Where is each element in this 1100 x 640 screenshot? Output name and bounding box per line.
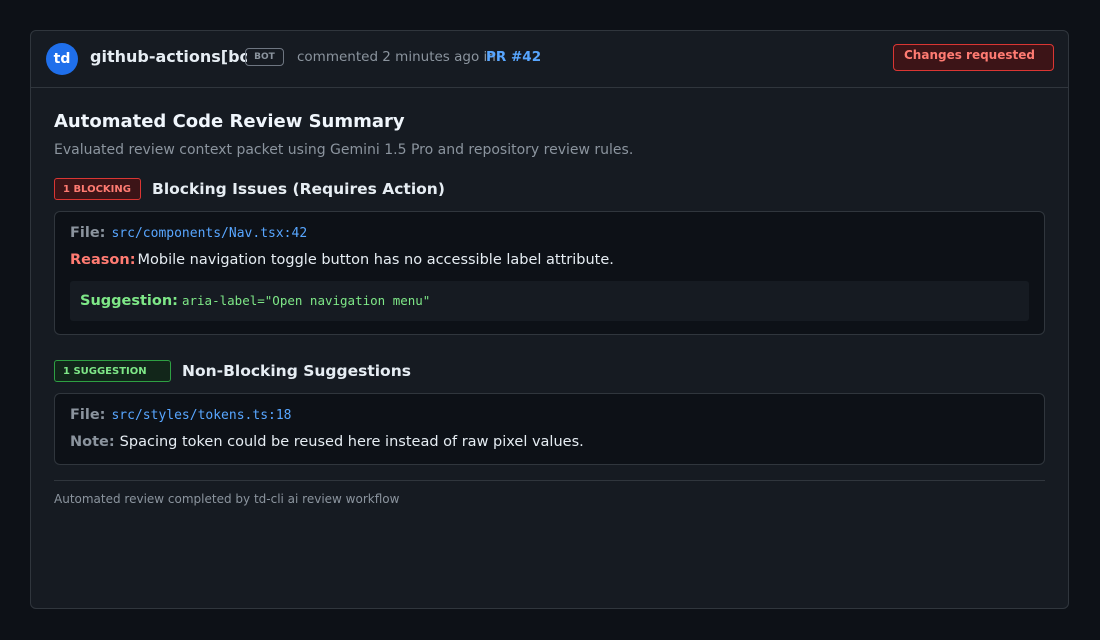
comment-meta: commented 2 minutes ago in bbox=[297, 49, 496, 65]
suggestion-note-row: Note: Spacing token could be reused here … bbox=[70, 433, 1029, 451]
review-comment-card: td github-actions[bot] BOT commented 2 m… bbox=[30, 30, 1069, 609]
author-name[interactable]: github-actions[bot] bbox=[90, 47, 247, 66]
issue-reason-row: Reason: Mobile navigation toggle button h… bbox=[70, 251, 1029, 269]
suggestion-label: Suggestion: bbox=[80, 293, 178, 309]
issue-file-row: File: src/components/Nav.tsx:42 bbox=[70, 224, 1029, 243]
file-label: File: bbox=[70, 407, 106, 423]
blocking-section-title: Blocking Issues (Requires Action) bbox=[152, 180, 445, 198]
blocking-section-header: 1 BLOCKING Blocking Issues (Requires Act… bbox=[54, 177, 1045, 201]
suggestion-file-row: File: src/styles/tokens.ts:18 bbox=[70, 406, 1029, 425]
footer-divider bbox=[54, 480, 1045, 481]
pr-link[interactable]: PR #42 bbox=[486, 49, 541, 65]
summary-title: Automated Code Review Summary bbox=[54, 111, 405, 132]
suggestion-count-badge: 1 SUGGESTION bbox=[54, 360, 171, 382]
file-path-link[interactable]: src/styles/tokens.ts:18 bbox=[111, 408, 291, 423]
comment-body: Automated Code Review Summary Evaluated … bbox=[54, 111, 1045, 465]
status-badge: Changes requested bbox=[893, 44, 1054, 71]
suggestions-section-title: Non-Blocking Suggestions bbox=[182, 362, 411, 380]
blocking-issue-card: File: src/components/Nav.tsx:42 Reason: Mo… bbox=[54, 211, 1045, 335]
bot-badge: BOT bbox=[245, 48, 284, 66]
file-path-link[interactable]: src/components/Nav.tsx:42 bbox=[111, 226, 307, 241]
suggestion-issue-card: File: src/styles/tokens.ts:18 Note: Spacin… bbox=[54, 393, 1045, 465]
reason-text: Mobile navigation toggle button has no a… bbox=[137, 252, 614, 268]
blocking-count-badge: 1 BLOCKING bbox=[54, 178, 141, 200]
summary-subtitle: Evaluated review context packet using Ge… bbox=[54, 142, 634, 158]
note-label: Note: bbox=[70, 434, 115, 450]
footer-text: Automated review completed by td-cli ai … bbox=[54, 492, 400, 506]
note-text: Spacing token could be reused here inste… bbox=[119, 434, 584, 450]
file-label: File: bbox=[70, 225, 106, 241]
suggestion-box: Suggestion: aria-label="Open navigation m… bbox=[70, 281, 1029, 321]
avatar[interactable]: td bbox=[46, 43, 78, 75]
suggestion-code: aria-label="Open navigation menu" bbox=[181, 293, 431, 308]
reason-label: Reason: bbox=[70, 252, 136, 268]
comment-header: td github-actions[bot] BOT commented 2 m… bbox=[31, 31, 1068, 88]
suggestions-section-header: 1 SUGGESTION Non-Blocking Suggestions bbox=[54, 359, 1045, 383]
